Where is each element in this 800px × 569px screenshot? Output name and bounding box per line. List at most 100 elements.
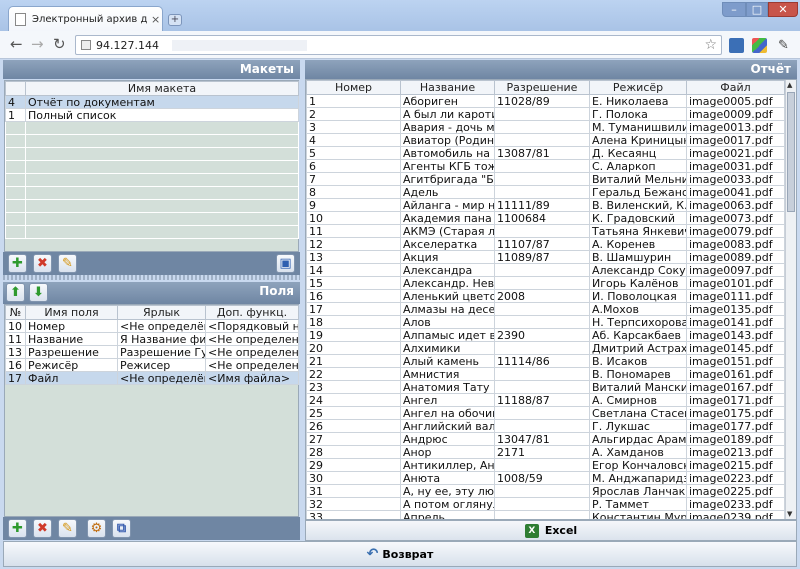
otchet-cell: 13087/81 [494,146,590,160]
otchet-row[interactable]: 16Аленький цветочек2008И. Поволоцкаяimag… [306,289,785,303]
otchet-col-header[interactable]: Файл [686,80,785,95]
otchet-row[interactable]: 6Агенты КГБ тоже вл... С. Аларкопimage003… [306,159,785,173]
delete-field-x-icon[interactable]: ✖ [33,519,52,538]
back-arrow-icon[interactable]: ← [10,35,23,53]
otchet-row[interactable]: 27Андрюс13047/81Альгирдас Араминасimage0… [306,432,785,446]
move-up-arrow-icon[interactable]: ⬆ [6,283,25,302]
close-window-button[interactable]: ✕ [768,2,798,17]
makety-row[interactable]: 4 Отчёт по документам [5,95,299,109]
excel-button[interactable]: X Excel [305,520,797,541]
polya-col-header[interactable]: Имя поля [25,305,118,320]
scroll-up-arrow-icon[interactable]: ▲ [787,81,792,89]
otchet-row[interactable]: 3Авария - дочь мента М. Туманишвилиimage0… [306,120,785,134]
forward-arrow-icon[interactable]: → [31,35,44,53]
otchet-col-header[interactable]: Разрешение [494,80,590,95]
polya-row[interactable]: 13РазрешениеРазрешение Гурка<Не определе… [5,345,299,359]
add-field-plus-icon[interactable]: ✚ [8,519,27,538]
polya-row[interactable]: 10Номер<Не определён><Порядковый но... [5,319,299,333]
extension-icon[interactable] [752,38,767,53]
polya-toolbar: ✚ ✖ ✎ ⚙ ⧉ [3,517,300,540]
otchet-cell: 28 [306,445,401,459]
polya-col-header[interactable]: Ярлык [117,305,206,320]
polya-row[interactable]: 17Файл<Не определён><Имя файла> [5,371,299,385]
scroll-thumb[interactable] [787,92,795,212]
minimize-button[interactable]: – [722,2,746,17]
otchet-cell: Анатомия Тату [400,380,495,394]
otchet-cell: Константин Мурзен... [589,510,687,519]
otchet-row[interactable]: 30 Анюта 1008/59 М. Анджапаридзе image0223.p… [306,471,785,485]
bookmark-star-icon[interactable]: ☆ [704,37,717,53]
otchet-row[interactable]: 14Александра Александр Сокуровimage0097.p… [306,263,785,277]
polya-col-header[interactable]: Доп. функц. [205,305,299,320]
otchet-cell: Н. Терпсихорова [589,315,687,329]
reload-icon[interactable]: ↻ [53,35,66,53]
otchet-cell: В. Виленский, К. Ор... [589,198,687,212]
otchet-row[interactable]: 17Алмазы на десерт (... А.Моховimage0135.… [306,302,785,316]
makety-empty-row [5,121,299,135]
otchet-row[interactable]: 31А, ну ее, эту любовь... Ярослав Ланчакi… [306,484,785,498]
polya-table: № Имя поля Ярлык Доп. функц. 10 Номер <Не опр… [5,305,299,385]
otchet-row[interactable]: 29Антикиллер, Антик... Егор Кончаловскийi… [306,458,785,472]
otchet-row[interactable]: 11АКМЭ (Старая любо... Татьяна Янкевичima… [306,224,785,238]
otchet-row[interactable]: 1 Абориген 11028/89 Е. Николаева image0005.p… [306,94,785,108]
otchet-row[interactable]: 8 Адель Геральд Бежанов image0041.pdf [306,185,785,199]
tab-close-icon[interactable]: × [151,13,160,26]
page-info-icon[interactable] [81,40,91,50]
otchet-row[interactable]: 21 Алый камень 11114/86 В. Исаков image0151.… [306,354,785,368]
otchet-row[interactable]: 28 Анор 2171 А. Хамданов image0213.pdf [306,445,785,459]
otchet-row[interactable]: 10Академия пана Кл...1100684К. Градовски… [306,211,785,225]
move-down-arrow-icon[interactable]: ⬇ [29,283,48,302]
otchet-row[interactable]: 2А был ли каротин... Г. Полокаimage0009.p… [306,107,785,121]
back-button[interactable]: ↶ Возврат [3,541,797,567]
wrench-menu-icon[interactable]: ✎ [776,38,791,53]
otchet-row[interactable]: 24 Ангел 11188/87 А. Смирнов image0171.pdf [306,393,785,407]
back-label: Возврат [382,548,434,561]
otchet-row[interactable]: 12 Акселератка 11107/87 А. Коренев image0083… [306,237,785,251]
otchet-row[interactable]: 19Алпамыс идет в шк...2390Аб. Карсакбаев… [306,328,785,342]
vertical-scrollbar[interactable]: ▲ ▼ [785,80,796,519]
settings-icon[interactable]: ⚙ [87,519,106,538]
edit-pencil-icon[interactable]: ✎ [58,254,77,273]
otchet-row[interactable]: 26Английский вальс Г. Лукшасimage0177.pdf [306,419,785,433]
otchet-row[interactable]: 18 Алов Н. Терпсихорова image0141.pdf [306,315,785,329]
otchet-cell [494,341,590,355]
otchet-row[interactable]: 23 Анатомия Тату Виталий Манский image0167.… [306,380,785,394]
delete-x-icon[interactable]: ✖ [33,254,52,273]
browser-tab[interactable]: Электронный архив доку... × [8,6,163,31]
polya-col-header[interactable]: № [5,305,26,320]
otchet-cell: 4 [306,133,401,147]
otchet-row[interactable]: 33Апрель Константин Мурзен...image0239.pd… [306,510,785,519]
otchet-row[interactable]: 7Агитбригада "Бей в... Виталий Мельниковi… [306,172,785,186]
otchet-row[interactable]: 20Алхимики Дмитрий Астраханimage0145.pdf [306,341,785,355]
otchet-cell: 32 [306,497,401,511]
otchet-cell: Светлана Стасенко [589,406,687,420]
otchet-row[interactable]: 5Автомобиль на кры...13087/81Д. Кесаянцi… [306,146,785,160]
add-plus-icon[interactable]: ✚ [8,254,27,273]
otchet-row[interactable]: 9Айланга - мир на к...11111/89В. Виленск… [306,198,785,212]
window-icon[interactable]: ▣ [276,254,295,273]
makety-col-id[interactable] [5,81,26,96]
polya-cell-label: <Не определён> [117,319,206,333]
otchet-row[interactable]: 25Ангел на обочине Светлана Стасенкоimage… [306,406,785,420]
otchet-col-header[interactable]: Номер [306,80,401,95]
polya-row[interactable]: 11НазваниеЯ Название филь...<Не определе… [5,332,299,346]
otchet-cell: Татьяна Янкевич [589,224,687,238]
export-icon[interactable]: ⧉ [112,519,131,538]
otchet-row[interactable]: 15Александр. Невска... Игорь Калёновimage… [306,276,785,290]
new-tab-button[interactable]: + [168,14,182,26]
otchet-row[interactable]: 22 Амнистия В. Пономарев image0161.pdf [306,367,785,381]
otchet-col-header[interactable]: Название [400,80,495,95]
otchet-row[interactable]: 32А потом оглянулся Р. Тамметimage0233.pd… [306,497,785,511]
maximize-button[interactable]: □ [746,2,768,17]
edit-field-pencil-icon[interactable]: ✎ [58,519,77,538]
address-bar[interactable]: 94.127.144 ☆ [75,35,722,55]
otchet-col-header[interactable]: Режисёр [589,80,687,95]
otchet-row[interactable]: 4Авиатор (Родина и... Алена Криницынаimag… [306,133,785,147]
scroll-down-arrow-icon[interactable]: ▼ [787,510,792,518]
makety-col-name[interactable]: Имя макета [25,81,299,96]
polya-row[interactable]: 16РежисёрРежисер<Не определена> [5,358,299,372]
otchet-row[interactable]: 13 Акция 11089/87 В. Шамшурин image0089.pdf [306,250,785,264]
pane-splitter[interactable] [3,275,300,280]
makety-row[interactable]: 1 Полный список [5,108,299,122]
translate-extension-icon[interactable] [729,38,744,53]
